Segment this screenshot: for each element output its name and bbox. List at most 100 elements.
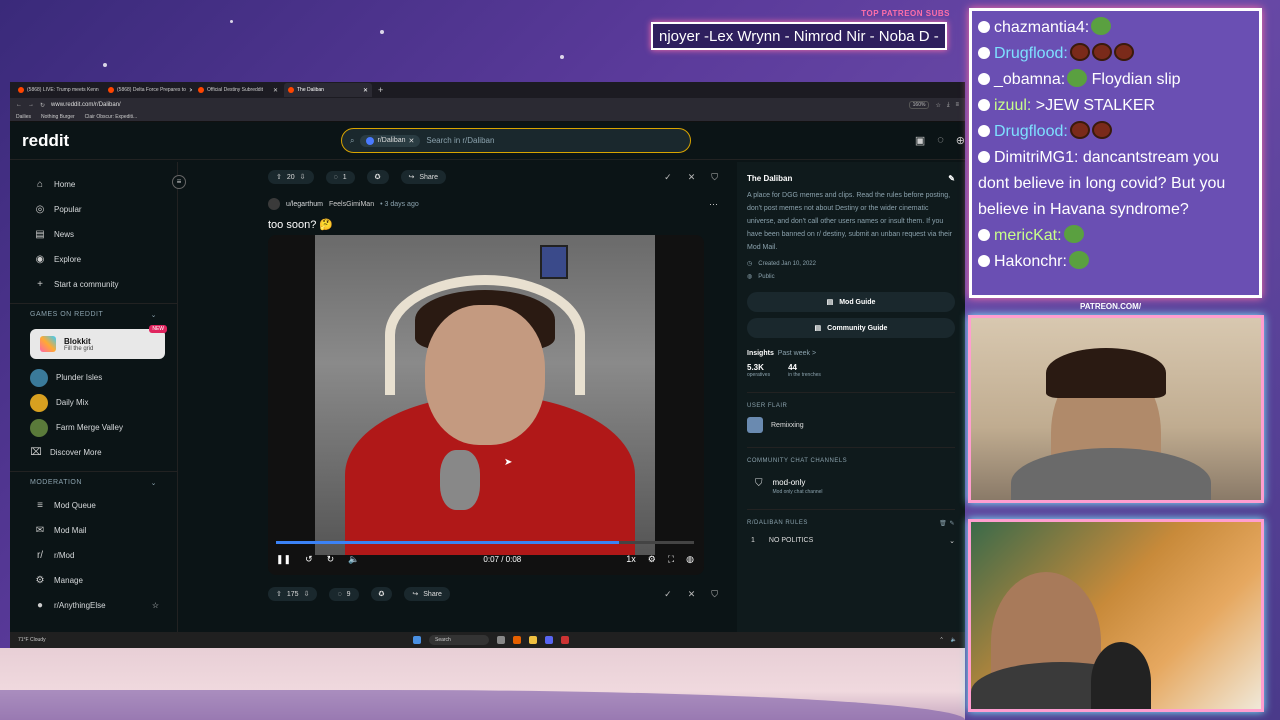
edit-icon[interactable]: ✎ <box>949 521 955 527</box>
nav-discover-more[interactable]: ⌧ Discover More <box>10 440 177 465</box>
nav-home[interactable]: ⌂ Home <box>10 172 177 197</box>
nav-explore[interactable]: ◉ Explore <box>10 247 177 272</box>
comments-button[interactable]: ◌ 1 <box>325 170 355 184</box>
bookmark-item[interactable]: Nothing Burger <box>41 114 75 120</box>
vote-control[interactable]: ⇧ 20 ⇩ <box>268 170 314 184</box>
forward-icon[interactable]: → <box>28 102 34 108</box>
zoom-indicator[interactable]: 160% <box>908 101 930 109</box>
reddit-logo[interactable]: reddit <box>22 131 69 151</box>
mod-mail-item[interactable]: ✉ Mod Mail <box>10 518 177 543</box>
mod-queue-item[interactable]: ≡ Mod Queue <box>10 493 177 518</box>
firefox-icon[interactable] <box>513 636 521 644</box>
obs-icon[interactable] <box>561 636 569 644</box>
nav-popular[interactable]: ◎ Popular <box>10 197 177 222</box>
edit-icon[interactable]: ✎ <box>948 174 955 183</box>
bookmark-item[interactable]: Dailies <box>16 114 31 120</box>
featured-game-card[interactable]: Blokkit Fill the grid NEW <box>30 325 167 359</box>
games-section-header[interactable]: GAMES ON REDDIT ⌄ <box>10 303 177 325</box>
taskbar-search[interactable]: Search <box>429 635 489 645</box>
gear-icon[interactable]: ⚙ <box>648 554 656 565</box>
ball-emote-icon <box>1069 43 1090 61</box>
insights-row[interactable]: Insights Past week > <box>747 350 955 357</box>
manage-item[interactable]: ⚙ Manage <box>10 568 177 593</box>
chat-message: DimitriMG1: dancantstream you dont belie… <box>978 145 1253 223</box>
mod-guide-button[interactable]: ▤ Mod Guide <box>747 292 955 312</box>
upvote-icon[interactable]: ⇧ <box>276 173 282 181</box>
chat-channel[interactable]: ⛉ mod-only Mod only chat channel <box>747 478 955 495</box>
captions-icon[interactable]: ◍ <box>686 554 694 565</box>
upvote-icon[interactable]: ⇧ <box>276 590 282 598</box>
volume-icon[interactable]: 🔈 <box>951 637 957 643</box>
bookmark-star-icon[interactable]: ☆ <box>935 102 940 109</box>
approve-icon[interactable]: ✓ <box>664 172 672 183</box>
user-flair-row[interactable]: Remixxing <box>747 417 955 433</box>
post-author[interactable]: u/legarthum <box>286 201 323 208</box>
app-icon[interactable] <box>497 636 505 644</box>
community-anythingelse[interactable]: ● r/AnythingElse ☆ <box>10 593 177 618</box>
delete-icon[interactable]: 🗑 <box>939 521 947 527</box>
volume-icon[interactable]: 🔈 <box>348 554 359 565</box>
url-field[interactable]: www.reddit.com/r/Daliban/ <box>51 102 903 108</box>
star-icon[interactable]: ☆ <box>152 601 159 610</box>
pause-icon[interactable]: ❚❚ <box>276 554 291 565</box>
community-guide-button[interactable]: ▤ Community Guide <box>747 318 955 338</box>
browser-tab[interactable]: (5868) Delta Force Prepares to ✕ <box>104 83 192 97</box>
remove-icon[interactable]: ✕ <box>688 589 696 600</box>
approve-icon[interactable]: ✓ <box>664 589 672 600</box>
reload-icon[interactable]: ↻ <box>40 102 45 109</box>
close-icon[interactable]: ✕ <box>409 137 415 145</box>
downvote-icon[interactable]: ⇩ <box>300 173 306 181</box>
video-player[interactable]: ➤ ❚❚ ↺ ↻ 🔈 0:07 / 0:08 1x ⚙ ⛶ ◍ <box>268 235 704 575</box>
browser-tab-active[interactable]: The Daliban ✕ <box>284 83 372 97</box>
playback-speed[interactable]: 1x <box>626 554 636 564</box>
create-post-icon[interactable]: ⊕ <box>956 134 965 147</box>
weather-widget[interactable]: 71°F Cloudy <box>18 637 58 643</box>
post-title[interactable]: too soon? 🤔 <box>268 218 718 231</box>
download-icon[interactable]: ⤓ <box>947 102 950 109</box>
header-icons: ▣ ◌ ⊕ <box>915 134 965 147</box>
shield-icon[interactable]: ⛉ <box>711 589 718 600</box>
forward-icon[interactable]: ↻ <box>327 554 335 565</box>
share-button[interactable]: ↪ Share <box>404 587 450 601</box>
browser-tab[interactable]: Official Destiny Subreddit ✕ <box>194 83 282 97</box>
video-progress-bar[interactable] <box>276 541 694 544</box>
windows-start-icon[interactable] <box>413 636 421 644</box>
comments-button[interactable]: ◌ 9 <box>329 587 359 601</box>
menu-icon[interactable]: ≡ <box>955 102 959 108</box>
nav-news[interactable]: ▤ News <box>10 222 177 247</box>
chat-badge-icon <box>978 47 990 59</box>
folder-icon[interactable] <box>529 636 537 644</box>
search-input[interactable]: Search in r/Daliban <box>426 136 494 145</box>
search-bar[interactable]: ⌕ r/Daliban ✕ Search in r/Daliban <box>341 128 691 153</box>
fullscreen-icon[interactable]: ⛶ <box>668 554 674 565</box>
downvote-icon[interactable]: ⇩ <box>304 590 310 598</box>
chevron-up-icon[interactable]: ^ <box>940 637 942 643</box>
discord-icon[interactable] <box>545 636 553 644</box>
bookmark-item[interactable]: Clair Obscur: Expediti... <box>85 114 138 120</box>
award-button[interactable]: ✪ <box>370 587 393 601</box>
game-item[interactable]: Plunder Isles <box>10 365 177 390</box>
remove-icon[interactable]: ✕ <box>688 172 696 183</box>
vote-control[interactable]: ⇧ 175 ⇩ <box>268 587 318 601</box>
rewind-icon[interactable]: ↺ <box>305 554 313 565</box>
rule-item[interactable]: 1 NO POLITICS ⌄ <box>747 537 955 545</box>
share-button[interactable]: ↪ Share <box>400 170 447 184</box>
award-button[interactable]: ✪ <box>366 170 389 184</box>
collapse-sidebar-button[interactable]: ≡ <box>172 175 186 189</box>
browser-tab[interactable]: (5868) LIVE: Trump meets Kenn✕ <box>14 83 102 97</box>
close-icon[interactable]: ✕ <box>363 87 368 94</box>
nav-start-community[interactable]: + Start a community <box>10 272 177 297</box>
more-options-icon[interactable]: ⋯ <box>709 199 718 210</box>
close-icon[interactable]: ✕ <box>189 87 192 94</box>
mod-tools-icon[interactable]: ▣ <box>915 134 925 147</box>
moderation-section-header[interactable]: MODERATION ⌄ <box>10 471 177 493</box>
shield-icon[interactable]: ⛉ <box>711 172 718 183</box>
chat-icon[interactable]: ◌ <box>937 134 944 147</box>
back-icon[interactable]: ← <box>16 102 22 108</box>
close-icon[interactable]: ✕ <box>273 87 278 94</box>
game-item[interactable]: Farm Merge Valley <box>10 415 177 440</box>
r-mod-item[interactable]: r/r/Mod <box>10 543 177 568</box>
new-tab-button[interactable]: + <box>374 85 387 95</box>
subreddit-search-chip[interactable]: r/Daliban ✕ <box>360 134 421 147</box>
game-item[interactable]: Daily Mix <box>10 390 177 415</box>
